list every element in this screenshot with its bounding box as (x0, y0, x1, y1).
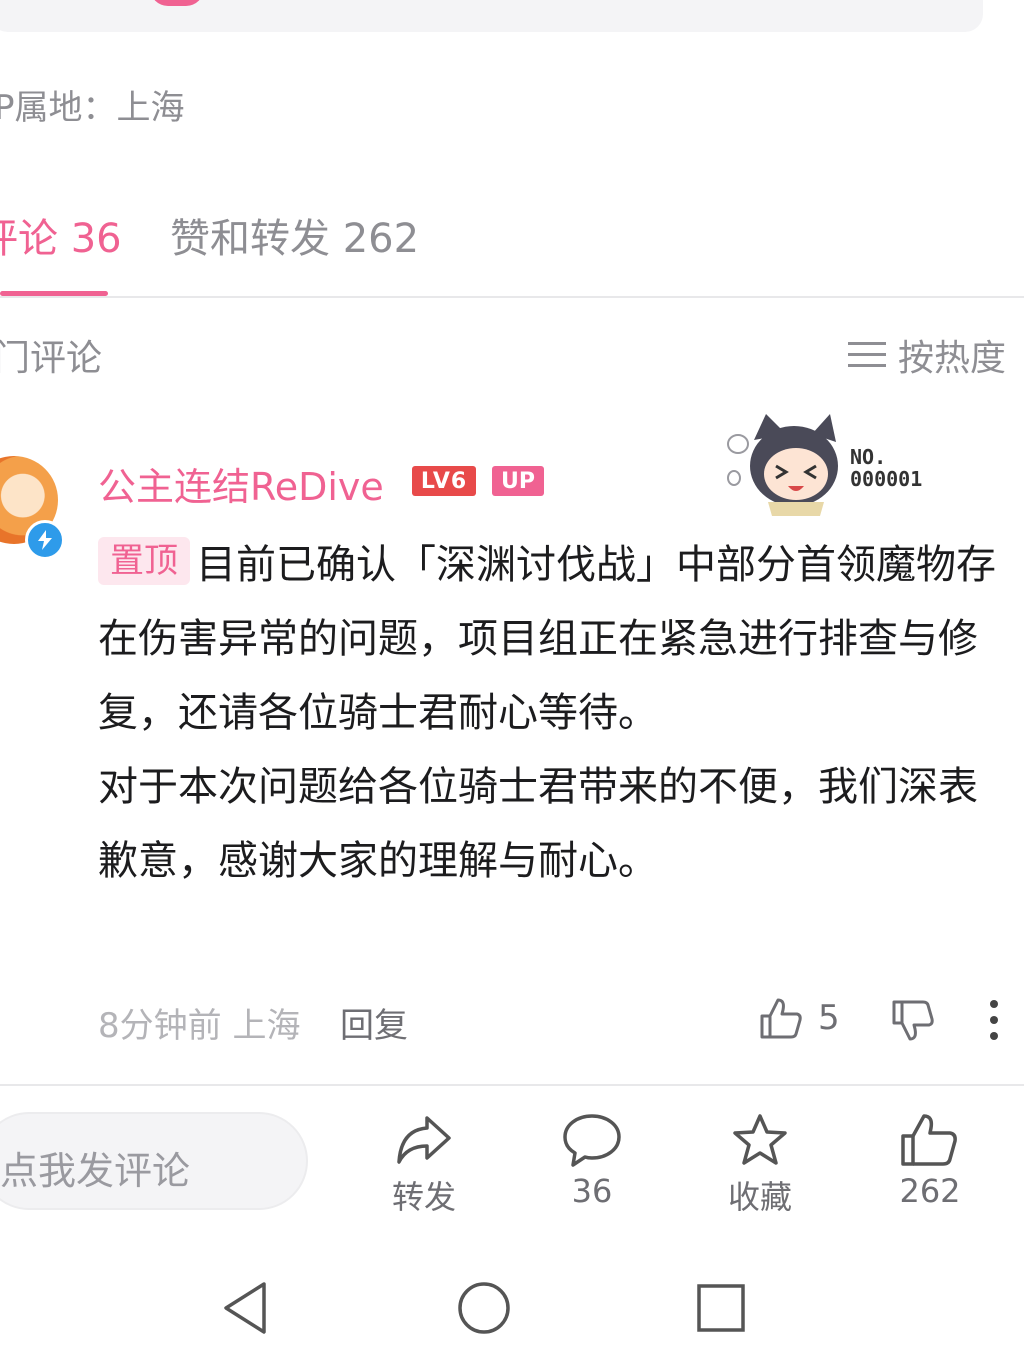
favorite-button[interactable]: 收藏 (700, 1112, 820, 1218)
comments-button[interactable]: 36 (532, 1112, 652, 1210)
reply-button[interactable]: 回复 (340, 998, 408, 1047)
share-label: 转发 (391, 1178, 456, 1216)
comment-time-location: 8分钟前 上海 (98, 1006, 301, 1046)
tab-likes-reposts[interactable]: 赞和转发 262 (170, 206, 419, 264)
comment-input-placeholder: 点我发评论 (0, 1149, 191, 1193)
comment-text[interactable]: 置顶 目前已确认「深渊讨伐战」中部分首领魔物存在伤害异常的问题，项目组正在紧急进行… (98, 528, 1008, 898)
author-name[interactable]: 公主连结ReDive (98, 456, 384, 511)
previous-card[interactable] (0, 0, 983, 32)
section-title: 门评论 (0, 338, 103, 379)
thumbs-up-icon (760, 998, 802, 1039)
comment-count: 36 (571, 1172, 613, 1210)
sort-button[interactable]: 按热度 (847, 329, 1006, 381)
like-post-count: 262 (899, 1172, 961, 1210)
like-count: 5 (818, 998, 840, 1038)
like-post-button[interactable]: 262 (870, 1112, 990, 1210)
star-icon (733, 1114, 787, 1165)
share-icon (397, 1116, 451, 1164)
comment-paragraph: 置顶 目前已确认「深渊讨伐战」中部分首领魔物存在伤害异常的问题，项目组正在紧急进行… (98, 528, 1008, 750)
divider (0, 296, 1024, 298)
verified-icon (25, 520, 65, 560)
pinned-tag: 置顶 (98, 537, 190, 585)
dislike-button[interactable] (890, 998, 936, 1048)
ip-location: P属地：上海 (0, 88, 185, 128)
comment-icon (563, 1114, 621, 1167)
fan-number-prefix: NO. (850, 445, 887, 469)
fan-number: NO. 000001 (850, 446, 922, 490)
fan-number-value: 000001 (850, 467, 923, 491)
back-icon[interactable] (220, 1280, 270, 1336)
thumbs-up-icon (901, 1114, 957, 1166)
up-badge: UP (492, 466, 544, 496)
level-badge: LV6 (412, 466, 476, 496)
like-button[interactable]: 5 (758, 996, 840, 1040)
sort-label: 按热度 (897, 338, 1006, 379)
tab-comments[interactable]: 评论 36 (0, 206, 122, 264)
menu-icon (847, 342, 886, 367)
more-options-button[interactable] (988, 998, 1000, 1046)
share-button[interactable]: 转发 (364, 1112, 484, 1218)
recent-apps-icon[interactable] (696, 1280, 746, 1336)
favorite-label: 收藏 (727, 1178, 792, 1216)
comment-paragraph-text: 目前已确认「深渊讨伐战」中部分首领魔物存在伤害异常的问题，项目组正在紧急进行排查… (98, 542, 996, 736)
more-vertical-icon (990, 1000, 998, 1040)
thumbs-down-icon (892, 1000, 934, 1041)
comment-paragraph-text: 对于本次问题给各位骑士君带来的不便，我们深表歉意，感谢大家的理解与耐心。 (98, 764, 978, 884)
home-icon[interactable] (456, 1280, 512, 1336)
divider (0, 1084, 1024, 1086)
